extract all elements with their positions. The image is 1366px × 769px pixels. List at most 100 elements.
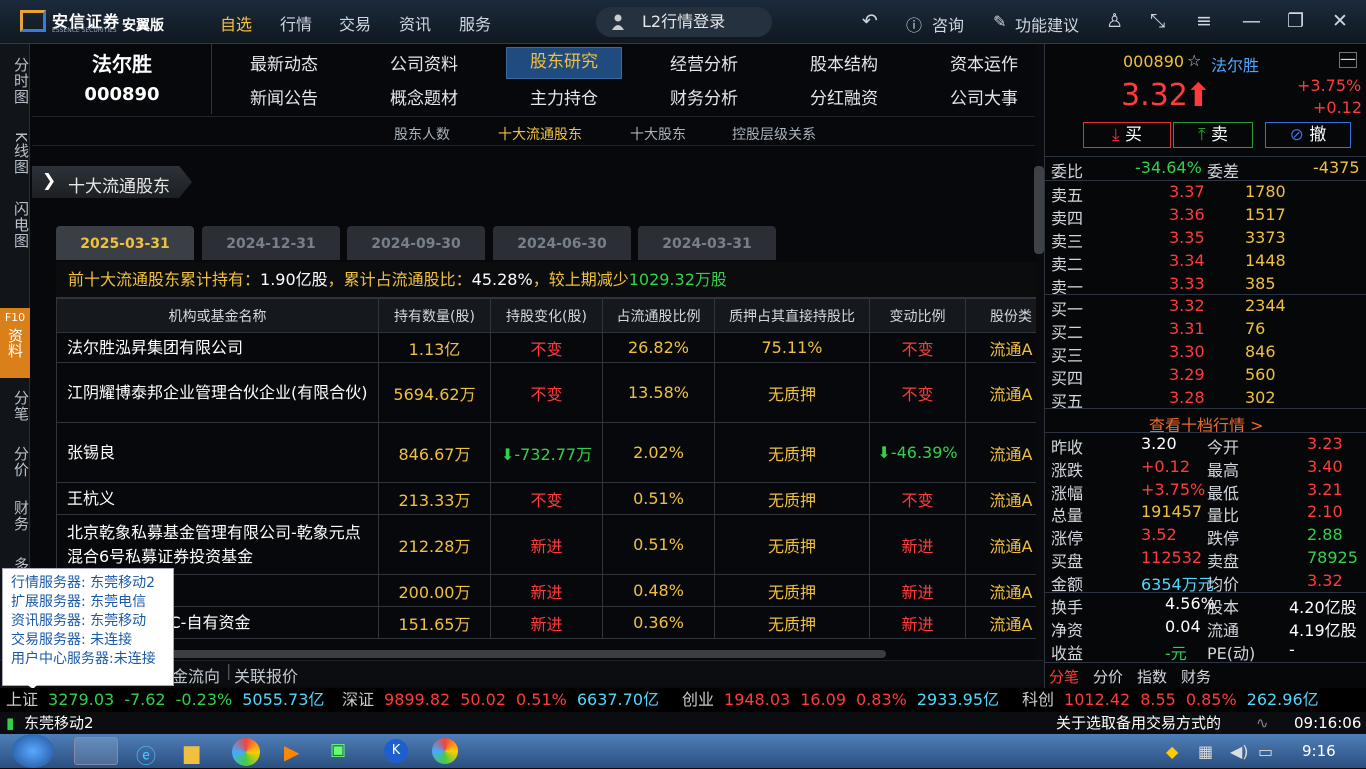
shrink-icon[interactable]: ⤡ [1150,10,1165,32]
table-row[interactable]: 北京乾象私募基金管理有限公司-乾象元点混合6号私募证券投资基金 212.28万 新进… [56,514,1036,575]
ie-icon[interactable]: ⓔ [136,740,156,769]
tab-business[interactable]: 经营分析 [646,50,762,75]
summary-label-3: ，较上期减少 [532,270,629,289]
table-row[interactable]: Securities PLC-自有资金151.65万新进0.36%无质押新进流通… [56,606,1036,639]
tab-announcements[interactable]: 新闻公告 [226,84,342,109]
back-icon[interactable]: ↶ [862,10,878,32]
col-header[interactable]: 持股变化(股) [490,298,603,333]
left-tab-finance[interactable]: 财务 [0,496,30,536]
subtab-top10[interactable]: 十大股东 [630,124,686,144]
index-2[interactable]: 创业 1948.03 16.09 0.83% 2933.95亿 [682,688,1009,712]
tab-company[interactable]: 公司资料 [366,50,482,75]
start-button[interactable] [12,734,54,768]
status-notice[interactable]: 关于选取备用交易方式的 [1056,712,1221,734]
skin-icon[interactable]: ♙ [1106,10,1123,32]
left-tab-intraday[interactable]: 分时图 [0,50,30,112]
tab-main-holdings[interactable]: 主力持仓 [506,84,622,109]
bottom-tab-related-quotes[interactable]: 关联报价 [234,663,298,687]
index-3[interactable]: 科创 1012.42 8.55 0.85% 262.96亿 [1022,688,1329,712]
browser-icon[interactable] [232,738,260,766]
tab-shareholders[interactable]: 股东研究 [506,47,622,79]
nav-service[interactable]: 服务 [459,11,491,35]
date-tab-2024-03-31[interactable]: 2024-03-31 [638,226,776,260]
subtab-holder-count[interactable]: 股东人数 [394,124,450,144]
tab-financial[interactable]: 财务分析 [646,84,762,109]
table-row[interactable]: 张锡良 846.67万 ⬇-732.77万 2.02% 无质押 ⬇-46.39% 流通A [56,422,1036,483]
tab-capital-structure[interactable]: 股本结构 [786,50,902,75]
col-header[interactable]: 机构或基金名称 [56,298,379,333]
left-tab-ticks[interactable]: 分笔 [0,386,30,426]
left-tab-price[interactable]: 分价 [0,442,30,482]
table-row[interactable]: 江阴耀博泰邦企业管理合伙企业(有限合伙) 5694.62万 不变 13.58% 无质押 不… [56,362,1036,423]
col-header[interactable]: 股份类 [965,298,1036,333]
tab-concepts[interactable]: 概念题材 [366,84,482,109]
quote-tab-2[interactable]: 指数 [1137,666,1167,687]
browser2-icon[interactable] [432,738,458,764]
minimize-icon[interactable]: — [1242,10,1261,32]
col-header[interactable]: 持有数量(股) [378,298,491,333]
stat-l1: 总量 [1051,506,1084,526]
weicha-label: 委差 [1207,162,1240,181]
iqiyi-icon[interactable]: ▣ [330,740,346,760]
l2-login-button[interactable]: L2行情登录 [596,7,772,37]
monitor-icon[interactable]: ▭ [1258,742,1273,761]
cell-type: 流通A [965,332,1036,363]
left-tab-flash[interactable]: 闪电图 [0,194,30,256]
col-header[interactable]: 质押占其直接持股比 [714,298,870,333]
date-tab-2025-03-31[interactable]: 2025-03-31 [56,226,194,260]
tab-latest[interactable]: 最新动态 [226,50,342,75]
section-title: 十大流通股东 [68,177,170,197]
cell-name: 王杭义 [56,482,379,515]
media-icon[interactable]: ▶ [284,740,299,764]
bottom-tab-fund-flow[interactable]: 金流向 [172,663,220,687]
horizontal-scrollbar[interactable] [56,650,886,658]
menu-icon[interactable]: ≡ [1196,10,1212,32]
date-tab-2024-12-31[interactable]: 2024-12-31 [202,226,340,260]
buy-button[interactable]: ⤓ 买 [1083,122,1171,148]
network-icon[interactable]: ▦ [1198,742,1213,761]
table-row[interactable]: 法尔胜泓昇集团有限公司 1.13亿 不变 26.82% 75.11% 不变 流通A [56,332,1036,363]
taskbar-app-window[interactable] [74,737,118,765]
table-row[interactable]: 200.00万 新进 0.48% 无质押 新进 流通A [56,574,1036,607]
tray-icon[interactable]: ◆ [1166,742,1178,761]
subtab-top10-float[interactable]: 十大流通股东 [498,124,582,144]
nav-market[interactable]: 行情 [280,11,312,35]
quote-tab-3[interactable]: 财务 [1181,666,1211,687]
cancel-order-button[interactable]: ⊘ 撤 [1265,122,1351,148]
col-header[interactable]: 变动比例 [869,298,966,333]
col-header[interactable]: 占流通股比例 [602,298,715,333]
date-tab-2024-06-30[interactable]: 2024-06-30 [493,226,631,260]
sell-icon: ⤒ [1198,125,1206,145]
vertical-scrollbar[interactable] [1034,166,1044,254]
index-0[interactable]: 上证 3279.03 -7.62 -0.23% 5055.73亿 [6,688,334,712]
date-tab-2024-09-30[interactable]: 2024-09-30 [347,226,485,260]
cell-pledge-text: 无质押 [767,384,816,404]
feedback-button[interactable]: 功能建议 [1015,12,1079,36]
cell-pledge: 无质押 [714,362,870,423]
book-p: 3.30 [1169,342,1205,361]
nav-news[interactable]: 资讯 [399,11,431,35]
usercenter-server: 用户中心服务器:未连接 [11,651,156,667]
sell-button[interactable]: ⤒ 卖 [1173,122,1253,148]
nav-watchlist[interactable]: 自选 [220,11,252,35]
index-1[interactable]: 深证 9899.82 50.02 0.51% 6637.70亿 [342,688,669,712]
quote-tab-1[interactable]: 分价 [1093,666,1123,687]
collapse-button[interactable]: — [1339,51,1357,68]
star-icon[interactable]: ☆ [1187,51,1201,70]
left-tab-kline[interactable]: K线图 [0,122,30,184]
subtab-control-hierarchy[interactable]: 控股层级关系 [732,124,816,144]
quote-tab-0[interactable]: 分笔 [1049,666,1079,687]
left-tab-f10[interactable]: F10 资料 [0,308,30,378]
nav-trade[interactable]: 交易 [339,11,371,35]
tab-capital-operation[interactable]: 资本运作 [926,50,1042,75]
tab-dividend[interactable]: 分红融资 [786,84,902,109]
k-app-icon[interactable]: K [384,739,408,763]
close-icon[interactable]: ✕ [1332,10,1348,32]
table-row[interactable]: 王杭义 213.33万 不变 0.51% 无质押 不变 流通A [56,482,1036,515]
restore-icon[interactable]: ❐ [1287,10,1304,32]
consult-button[interactable]: 咨询 [932,12,964,36]
folder-icon[interactable]: ▆ [184,740,199,764]
volume-icon[interactable]: ◀) [1230,742,1249,761]
summary-total: 1.90亿股 [260,270,328,289]
tab-events[interactable]: 公司大事 [926,84,1042,109]
